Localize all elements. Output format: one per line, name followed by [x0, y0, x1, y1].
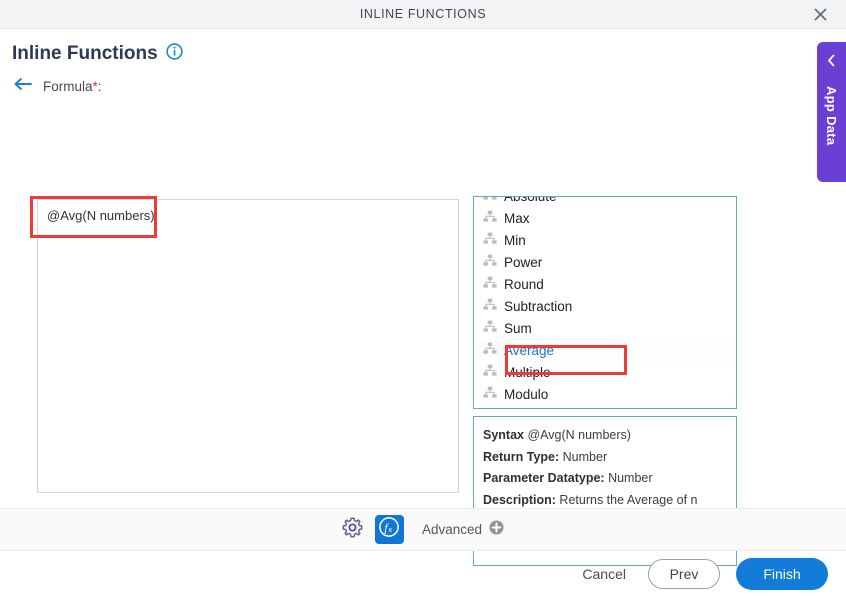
advanced-label: Advanced — [421, 522, 483, 537]
syntax-value: @Avg(N numbers) — [527, 428, 631, 442]
parameter-datatype-key: Parameter Datatype: — [483, 471, 605, 485]
hierarchy-icon — [483, 386, 497, 402]
syntax-row: Syntax @Avg(N numbers) — [483, 425, 728, 447]
function-list-inner: Absolute Max Min Power Round Subtraction Sum Av… — [474, 196, 736, 405]
function-list-item[interactable]: Multiple — [474, 361, 736, 383]
hierarchy-icon — [483, 254, 497, 270]
hierarchy-icon — [483, 320, 497, 336]
function-list[interactable]: Absolute Max Min Power Round Subtraction Sum Av… — [473, 196, 737, 409]
svg-text:x: x — [389, 525, 393, 534]
hierarchy-icon — [483, 210, 497, 226]
advanced-group: Advanced — [422, 520, 504, 540]
info-icon[interactable] — [165, 43, 183, 65]
hierarchy-icon — [483, 298, 497, 314]
function-list-item-label: Min — [504, 232, 526, 248]
formula-label-row: Formula*: — [0, 65, 846, 96]
main-content: Apply AbsoluteMaxMinPowerRoundSubtractio… — [0, 96, 846, 566]
gear-icon[interactable] — [342, 517, 363, 543]
return-type-key: Return Type: — [483, 449, 560, 464]
chevron-left-icon — [826, 54, 837, 72]
back-arrow-icon[interactable] — [14, 77, 33, 96]
hierarchy-icon — [483, 232, 497, 248]
function-list-item-label: Average — [504, 342, 555, 358]
function-list-item-label: Round — [504, 276, 544, 292]
function-list-item-label: Max — [504, 210, 530, 226]
parameter-datatype-row: Parameter Datatype: Number — [483, 468, 728, 490]
return-type-value: Number — [562, 449, 608, 464]
function-list-item[interactable]: Sum — [474, 317, 736, 339]
function-list-item[interactable]: Absolute — [474, 196, 736, 207]
cancel-button[interactable]: Cancel — [576, 562, 632, 586]
function-list-item-label: Modulo — [504, 386, 549, 402]
formula-input[interactable] — [37, 199, 459, 493]
close-icon — [813, 7, 828, 22]
function-list-item-label: Subtraction — [504, 298, 573, 314]
app-data-tab[interactable]: App Data — [817, 42, 846, 182]
finish-button[interactable]: Finish — [736, 557, 828, 590]
function-list-item[interactable]: Min — [474, 229, 736, 251]
function-list-item-label: Absolute — [504, 196, 557, 204]
function-list-item[interactable]: Average — [474, 339, 736, 361]
hierarchy-icon — [483, 342, 497, 358]
page-header: Inline Functions — [0, 29, 846, 65]
page-title: Inline Functions — [12, 43, 158, 64]
app-data-label: App Data — [824, 86, 839, 146]
function-fx-button[interactable]: f x — [374, 515, 404, 544]
prev-button[interactable]: Prev — [648, 558, 720, 589]
function-list-item[interactable]: Power — [474, 251, 736, 273]
function-fx-icon: f x — [378, 516, 400, 543]
function-list-item[interactable]: Modulo — [474, 383, 736, 405]
window-title-bar: INLINE FUNCTIONS — [0, 0, 846, 29]
function-list-item-label: Sum — [504, 320, 532, 336]
description-key: Description: — [483, 492, 556, 507]
hierarchy-icon — [483, 276, 497, 292]
hierarchy-icon — [483, 364, 497, 380]
advanced-toolbar: f x Advanced — [0, 508, 846, 551]
function-list-item[interactable]: Subtraction — [474, 295, 736, 317]
function-list-item-label: Multiple — [504, 364, 551, 380]
function-list-item-label: Power — [504, 254, 543, 270]
syntax-key: Syntax — [483, 428, 524, 442]
formula-label-text: Formula — [43, 79, 93, 94]
dialog-footer: Cancel Prev Finish — [0, 551, 846, 596]
function-list-item[interactable]: Round — [474, 273, 736, 295]
function-list-item[interactable]: Max — [474, 207, 736, 229]
return-type-row: Return Type: Number — [483, 447, 728, 469]
window-title: INLINE FUNCTIONS — [359, 7, 487, 21]
formula-label: Formula*: — [43, 79, 102, 94]
plus-circle-icon[interactable] — [489, 520, 504, 540]
parameter-datatype-value: Number — [608, 471, 653, 485]
hierarchy-icon — [483, 197, 497, 204]
close-button[interactable] — [804, 0, 836, 28]
formula-label-colon: : — [97, 79, 102, 94]
